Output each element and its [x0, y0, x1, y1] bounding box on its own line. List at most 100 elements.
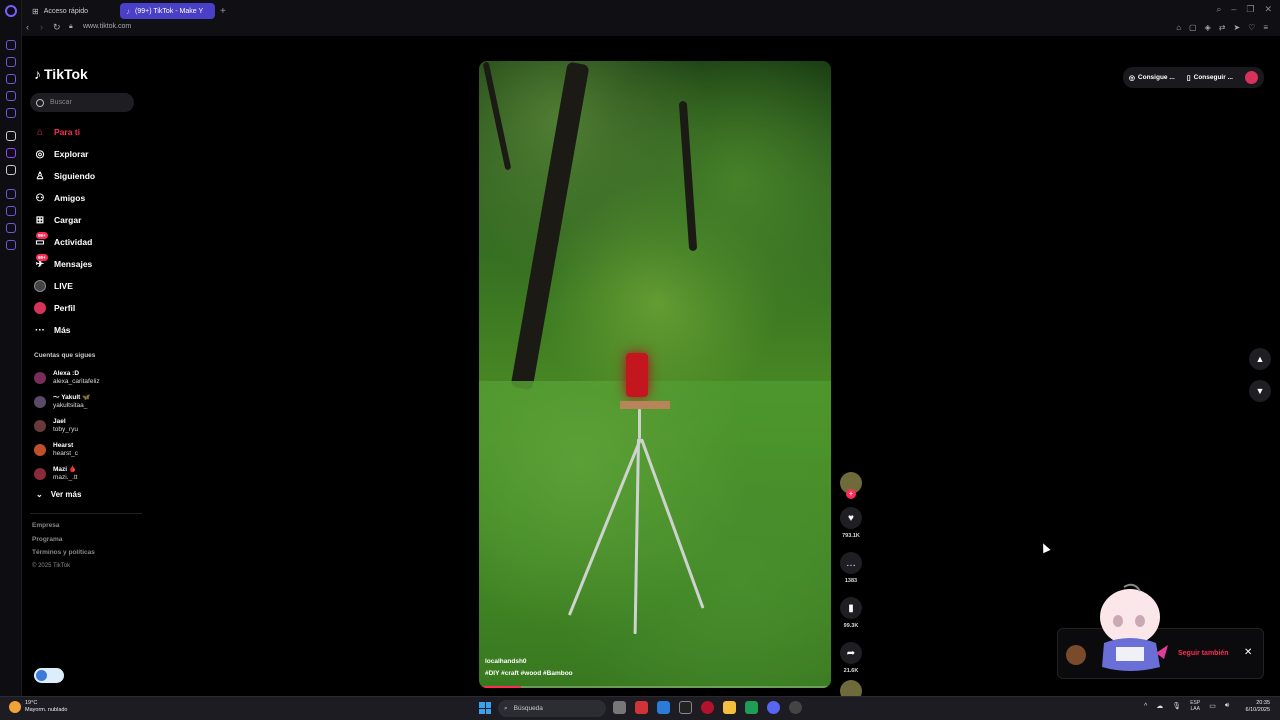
creator-avatar[interactable]: + — [840, 472, 862, 499]
get-coins-button[interactable]: ◎ Consigue ... — [1129, 74, 1175, 82]
nav-item-explorar[interactable]: ◎ Explorar — [34, 143, 95, 165]
send-icon[interactable]: ➤ — [1233, 23, 1240, 32]
video-player[interactable]: localhandsh0 #DIY #craft #wood #Bamboo — [479, 61, 831, 688]
account-item[interactable]: Alexa :D alexa_caritafeliz — [34, 366, 100, 390]
weather-desc: Mayorm. nublado — [25, 707, 68, 713]
rail-icon[interactable] — [6, 206, 16, 216]
follow-suggestion: Seguir también ✕ — [1057, 583, 1264, 679]
rail-icon[interactable] — [6, 131, 16, 141]
clock[interactable]: 20:35 6/10/2025 — [1246, 700, 1270, 714]
x-icon[interactable] — [6, 165, 16, 175]
microphone-icon[interactable]: 🎙︎ — [1172, 702, 1181, 710]
autoscroll-toggle[interactable] — [34, 668, 64, 683]
search-box[interactable] — [30, 93, 134, 112]
app-icon[interactable] — [635, 701, 648, 714]
follow-also-button[interactable]: Seguir también — [1178, 650, 1229, 657]
settings-icon[interactable] — [6, 240, 16, 250]
see-more-button[interactable]: ⌄ Ver más — [36, 490, 81, 499]
chevron-up-icon[interactable]: ^ — [1144, 703, 1147, 710]
video-username[interactable]: localhandsh0 — [485, 656, 573, 668]
close-window-button[interactable]: ✕ — [1264, 4, 1272, 15]
url-field[interactable]: www.tiktok.com — [83, 23, 131, 30]
start-button[interactable] — [479, 702, 491, 714]
nav-label: Explorar — [54, 149, 89, 159]
rail-icon[interactable] — [6, 108, 16, 118]
opera-logo-icon[interactable] — [5, 5, 17, 17]
nav-item-siguiendo[interactable]: ♙ Siguiendo — [34, 165, 96, 187]
video-progress-bar[interactable] — [479, 686, 831, 688]
file-explorer-icon[interactable] — [723, 701, 736, 714]
back-button[interactable]: ‹ — [26, 22, 29, 32]
reload-button[interactable]: ↻ — [53, 22, 61, 33]
nav-item-actividad[interactable]: ▭ 99+ Actividad — [34, 231, 95, 253]
nav-item-live[interactable]: LIVE — [34, 275, 95, 297]
mascot-sticker — [1100, 583, 1168, 671]
task-view-icon[interactable] — [613, 701, 626, 714]
like-button[interactable]: ♥ 793.1K — [839, 507, 863, 539]
tab-label: Acceso rápido — [43, 7, 89, 15]
account-item[interactable]: Jael toby_ryu — [34, 414, 100, 438]
opera-icon[interactable] — [701, 701, 714, 714]
account-item[interactable]: Mazi 🩸 mazi._.tt — [34, 462, 100, 486]
rail-icon[interactable] — [6, 40, 16, 50]
taskbar-search[interactable]: ⌕ Búsqueda — [498, 700, 606, 717]
nav-label: Más — [54, 325, 71, 335]
profile-avatar[interactable] — [1245, 71, 1258, 84]
next-video-button[interactable]: ▼ — [1249, 380, 1271, 402]
footer-link-programa[interactable]: Programa — [32, 536, 95, 550]
new-tab-button[interactable]: + — [214, 3, 232, 19]
twitch-icon[interactable] — [6, 148, 16, 158]
app-icon[interactable] — [679, 701, 692, 714]
onedrive-icon[interactable]: ☁ — [1156, 702, 1163, 710]
footer-link-terminos[interactable]: Términos y políticas — [32, 549, 95, 563]
bookmark-icon[interactable]: ⌂ — [1176, 23, 1181, 32]
menu-icon[interactable]: ≡ — [1263, 23, 1268, 32]
tab-quick-access[interactable]: ⊞ Acceso rápido — [26, 3, 120, 19]
settings-icon[interactable] — [789, 701, 802, 714]
account-item[interactable]: ～ Yakult 🦋 yakultsitaa_ — [34, 390, 100, 414]
rail-icon[interactable] — [6, 223, 16, 233]
maximize-button[interactable]: ❐ — [1246, 4, 1254, 15]
save-button[interactable]: ▮ 99.3K — [839, 597, 863, 629]
footer-link-empresa[interactable]: Empresa — [32, 522, 95, 536]
shield-icon[interactable]: ◈ — [1205, 23, 1211, 32]
nav-item-para-ti[interactable]: ⌂ Para ti — [34, 121, 95, 143]
rail-icon[interactable] — [6, 57, 16, 67]
language-indicator[interactable]: ESP LAA — [1190, 700, 1200, 712]
forward-button[interactable]: › — [40, 22, 43, 32]
share-button[interactable]: ➦ 21.6K — [839, 642, 863, 674]
network-icon[interactable]: ▭ — [1209, 702, 1216, 710]
discord-icon[interactable] — [767, 701, 780, 714]
rail-icon[interactable] — [6, 74, 16, 84]
rail-icon[interactable] — [6, 91, 16, 101]
upload-icon: ⊞ — [35, 214, 45, 226]
app-icon[interactable] — [657, 701, 670, 714]
tab-tiktok[interactable]: ♪ (99+) TikTok - Make Y — [120, 3, 215, 19]
search-input[interactable] — [50, 99, 130, 106]
nav-item-perfil[interactable]: Perfil — [34, 297, 95, 319]
account-item[interactable]: Hearst hearst_c — [34, 438, 100, 462]
get-app-button[interactable]: ▯ Conseguir ... — [1187, 74, 1233, 82]
close-icon[interactable]: ✕ — [1244, 647, 1252, 658]
video-hashtags[interactable]: #DIY #craft #wood #Bamboo — [485, 668, 573, 680]
previous-video-button[interactable]: ▲ — [1249, 348, 1271, 370]
minimize-button[interactable]: – — [1231, 4, 1236, 15]
heart-icon[interactable]: ♡ — [1248, 23, 1255, 32]
comment-button[interactable]: … 1383 — [839, 552, 863, 584]
tiktok-logo[interactable]: ♪ TikTok — [34, 66, 88, 82]
excel-icon[interactable] — [745, 701, 758, 714]
taskbar-apps — [613, 701, 802, 714]
rail-icon[interactable] — [6, 189, 16, 199]
nav-item-amigos[interactable]: ⚇ Amigos — [34, 187, 95, 209]
weather-widget[interactable]: 19°C Mayorm. nublado — [9, 700, 68, 714]
snapshot-icon[interactable]: ▢ — [1189, 23, 1197, 32]
nav-item-cargar[interactable]: ⊞ Cargar — [34, 209, 95, 231]
search-tabs-icon[interactable]: ⌕ — [1216, 4, 1221, 15]
account-handle: mazi._.tt — [53, 474, 78, 481]
nav-item-mas[interactable]: ··· Más — [34, 319, 95, 341]
nav-item-mensajes[interactable]: ✈ 99+ Mensajes — [34, 253, 95, 275]
follow-plus-icon[interactable]: + — [846, 489, 856, 499]
volume-icon[interactable]: 🔊︎ — [1225, 702, 1229, 710]
avatar — [34, 468, 46, 480]
translate-icon[interactable]: ⇄ — [1219, 23, 1226, 32]
